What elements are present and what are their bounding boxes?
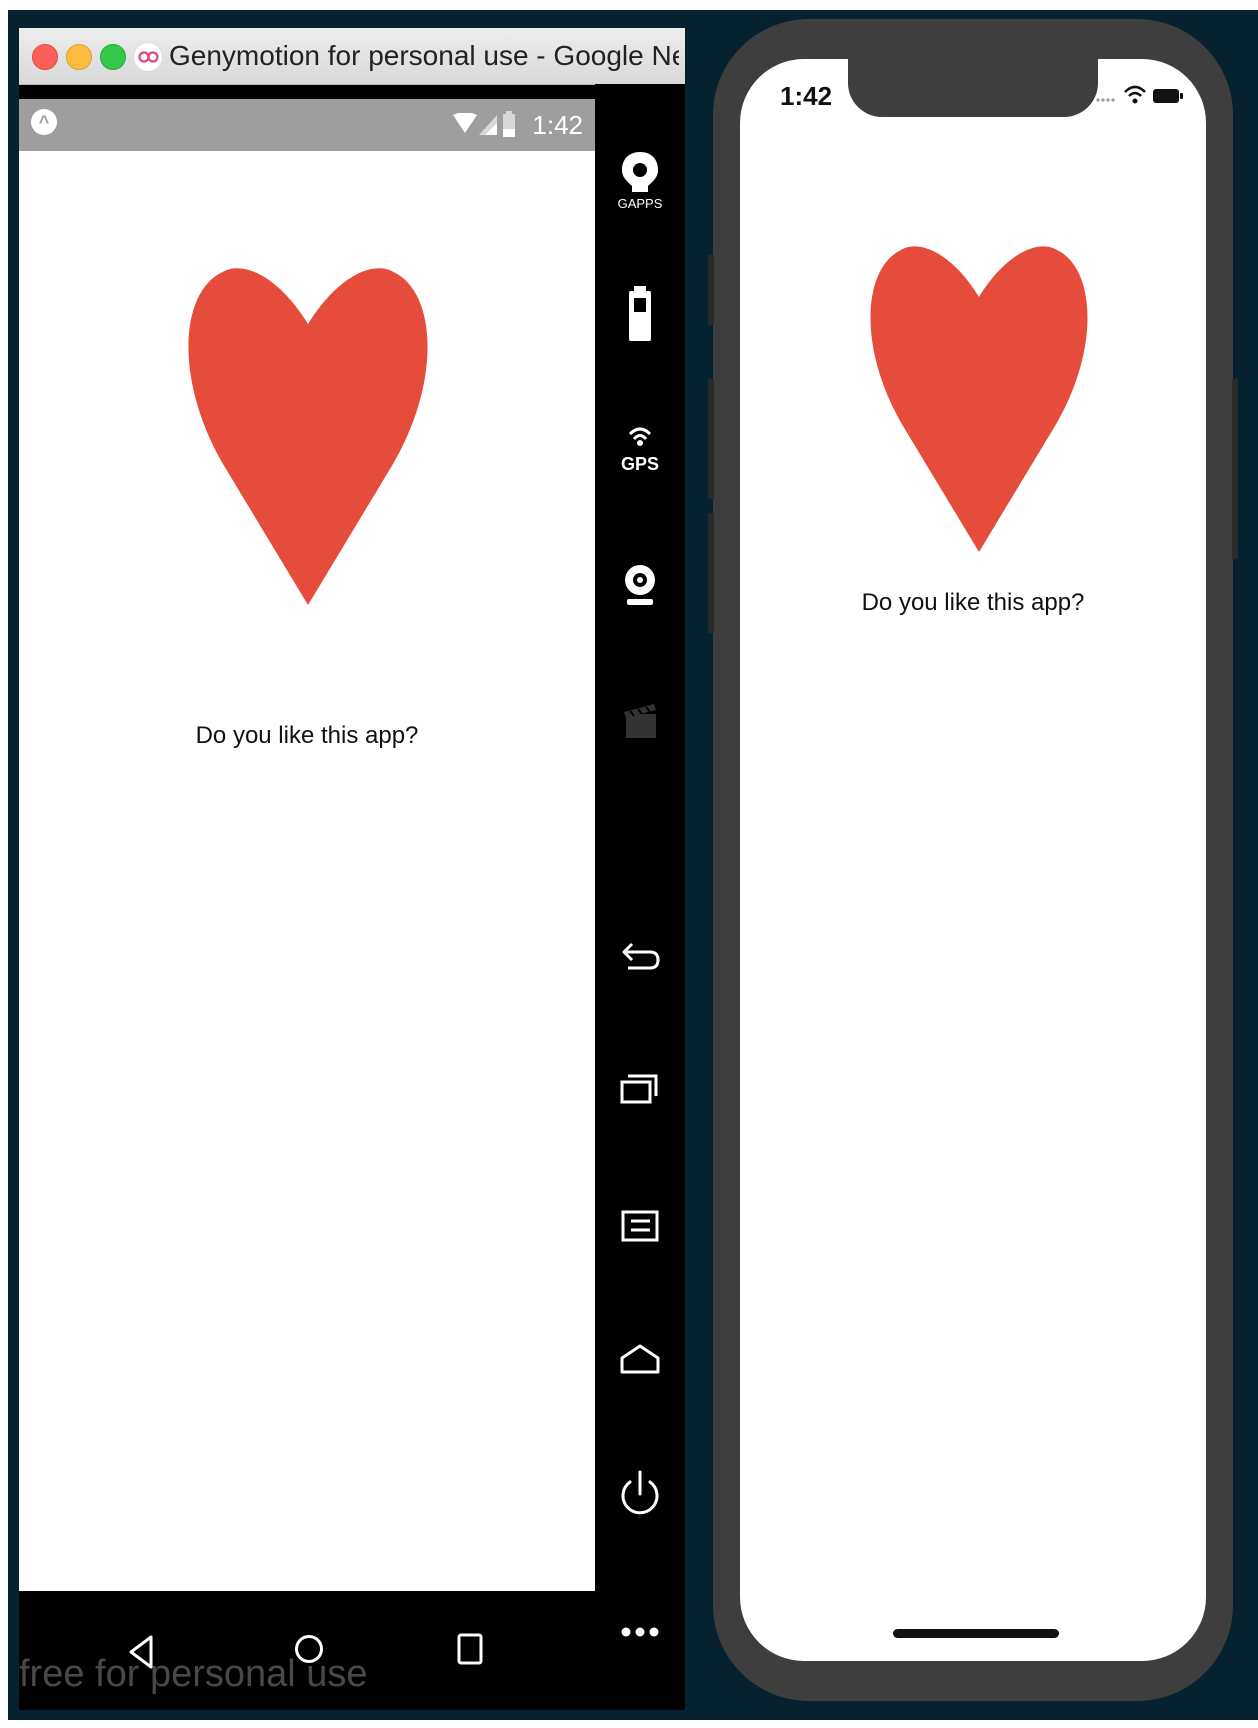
android-screen[interactable]: ^ 1:42 Do you like this app? xyxy=(19,99,595,1591)
nav-home-icon[interactable] xyxy=(294,1634,324,1664)
android-clock: 1:42 xyxy=(532,110,583,140)
nav-back-icon[interactable] xyxy=(128,1635,154,1669)
clapperboard-icon[interactable] xyxy=(610,692,670,756)
gps-icon[interactable]: GPS xyxy=(610,418,670,482)
iphone-notch xyxy=(848,59,1098,117)
battery-status-icon xyxy=(503,111,515,137)
heart-like-icon[interactable] xyxy=(863,238,1095,552)
heart-like-icon[interactable] xyxy=(179,259,437,605)
back-arrow-icon[interactable] xyxy=(610,924,670,988)
gps-label: GPS xyxy=(621,454,659,474)
menu-icon[interactable] xyxy=(610,1194,670,1258)
silent-switch xyxy=(708,255,714,325)
window-titlebar[interactable]: Genymotion for personal use - Google Nex… xyxy=(19,28,685,85)
cellular-signal-icon xyxy=(479,115,497,135)
nav-recents-icon[interactable] xyxy=(457,1633,483,1665)
like-question-text: Do you like this app? xyxy=(195,722,419,749)
iphone-simulator: 1:42 Do you like this app? xyxy=(708,19,1238,1701)
genymotion-sidebar: GAPPS GPS xyxy=(595,84,685,1710)
android-navigation-bar xyxy=(19,1591,595,1710)
window-title: Genymotion for personal use - Google Nex… xyxy=(169,40,679,71)
minimize-window-button[interactable] xyxy=(66,44,92,70)
ios-screen[interactable]: 1:42 Do you like this app? xyxy=(740,59,1206,1661)
wifi-icon xyxy=(453,113,477,133)
ios-wifi-icon xyxy=(1124,85,1146,104)
maximize-window-button[interactable] xyxy=(100,44,126,70)
side-power-button xyxy=(1232,379,1238,559)
like-question-text: Do you like this app? xyxy=(861,589,1085,616)
android-status-bar: ^ 1:42 xyxy=(19,99,595,151)
gapps-label: GAPPS xyxy=(618,196,663,211)
gapps-icon[interactable]: GAPPS xyxy=(610,148,670,212)
ios-clock: 1:42 xyxy=(780,81,833,111)
home-indicator[interactable] xyxy=(893,1629,1059,1638)
signal-dots-icon xyxy=(1096,98,1115,102)
genymotion-window: Genymotion for personal use - Google Nex… xyxy=(19,28,685,1710)
close-window-button[interactable] xyxy=(32,44,58,70)
webcam-icon[interactable] xyxy=(610,554,670,618)
genymotion-logo-icon xyxy=(133,42,163,72)
keyboard-notification-icon: ^ xyxy=(31,109,57,135)
volume-down-button xyxy=(708,513,714,633)
battery-icon[interactable] xyxy=(610,284,670,348)
power-icon[interactable] xyxy=(610,1462,670,1526)
more-dots-icon[interactable] xyxy=(610,1596,670,1660)
volume-up-button xyxy=(708,379,714,499)
ios-status-icons xyxy=(1096,85,1186,109)
ios-battery-icon xyxy=(1153,89,1183,103)
home-icon[interactable] xyxy=(610,1328,670,1392)
recent-apps-icon[interactable] xyxy=(610,1058,670,1122)
